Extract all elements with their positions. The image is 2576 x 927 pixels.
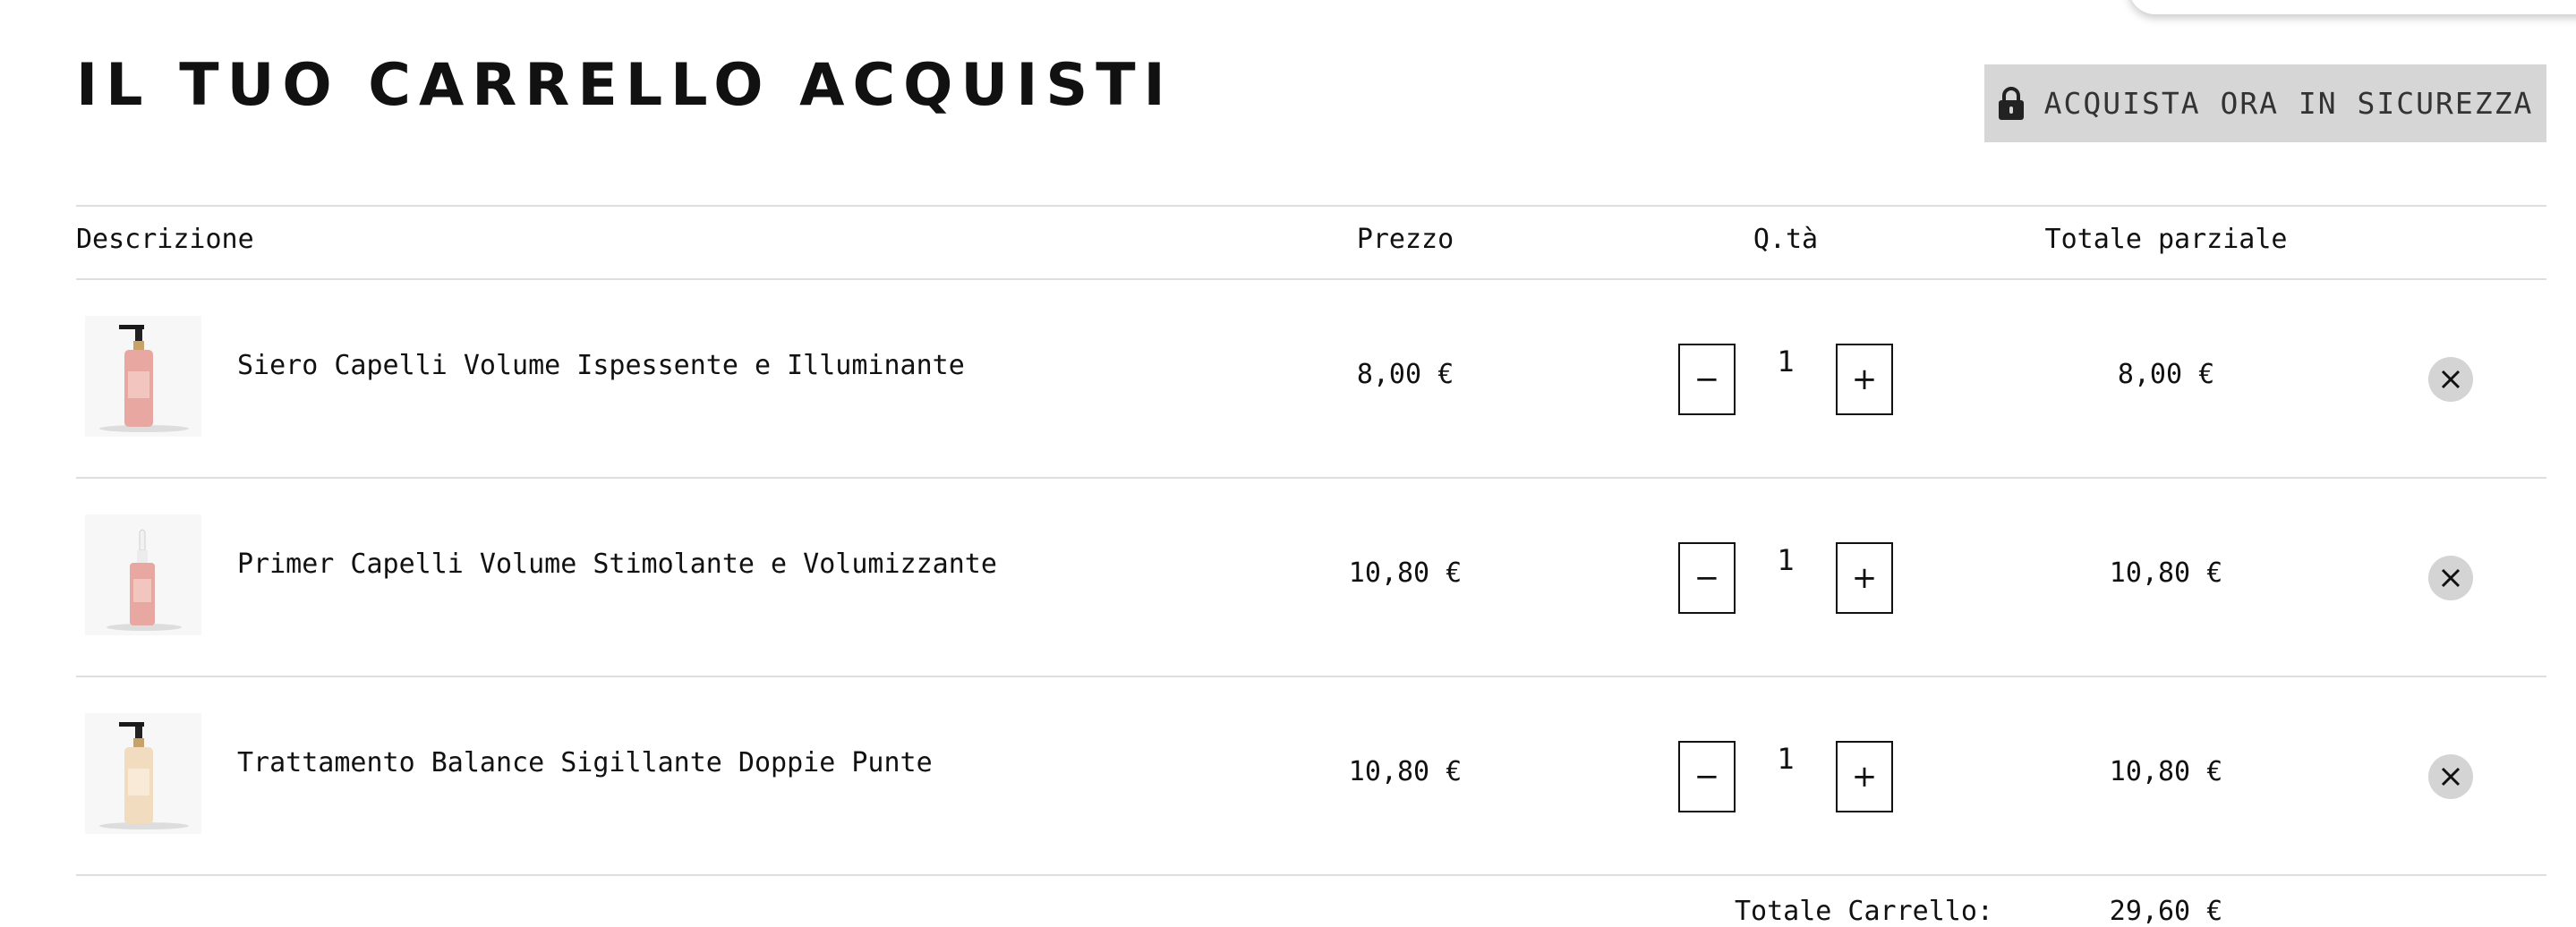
product-name[interactable]: Siero Capelli Volume Ispessente e Illumi… bbox=[237, 350, 965, 381]
dropper-bottle-image bbox=[107, 529, 182, 631]
qty-value[interactable]: 1 bbox=[1754, 742, 1817, 776]
remove-item-button[interactable] bbox=[2428, 556, 2473, 600]
product-thumbnail[interactable] bbox=[85, 515, 201, 635]
header-price: Prezzo bbox=[1356, 224, 1454, 255]
table-bottom-divider bbox=[76, 874, 2546, 876]
lock-icon bbox=[1998, 86, 2024, 120]
page-title: IL TUO CARRELLO ACQUISTI bbox=[76, 52, 1173, 119]
remove-item-button[interactable] bbox=[2428, 754, 2473, 799]
remove-item-button[interactable] bbox=[2428, 357, 2473, 402]
qty-decrease-button[interactable]: − bbox=[1678, 344, 1736, 415]
header-quantity: Q.tà bbox=[1753, 224, 1819, 255]
close-icon bbox=[2441, 370, 2461, 389]
product-name[interactable]: Trattamento Balance Sigillante Doppie Pu… bbox=[237, 747, 933, 778]
header-subtotal: Totale parziale bbox=[2044, 224, 2288, 255]
close-icon bbox=[2441, 767, 2461, 787]
secure-checkout-button[interactable]: ACQUISTA ORA IN SICUREZZA bbox=[1984, 64, 2546, 142]
qty-decrease-button[interactable]: − bbox=[1678, 542, 1736, 614]
product-name[interactable]: Primer Capelli Volume Stimolante e Volum… bbox=[237, 549, 997, 580]
cart-total-label: Totale Carrello: bbox=[1735, 896, 1993, 927]
product-thumbnail[interactable] bbox=[85, 316, 201, 437]
product-thumbnail[interactable] bbox=[85, 713, 201, 834]
table-top-divider bbox=[76, 205, 2546, 207]
qty-value[interactable]: 1 bbox=[1754, 344, 1817, 378]
secure-checkout-label: ACQUISTA ORA IN SICUREZZA bbox=[2043, 86, 2534, 121]
pump-bottle-image bbox=[99, 722, 189, 829]
product-price: 10,80 € bbox=[1348, 557, 1463, 589]
cart-row: Primer Capelli Volume Stimolante e Volum… bbox=[0, 479, 2576, 676]
top-dropdown-panel-edge bbox=[2128, 0, 2576, 14]
row-subtotal: 10,80 € bbox=[2109, 557, 2223, 589]
qty-increase-button[interactable]: + bbox=[1836, 741, 1893, 812]
close-icon bbox=[2441, 568, 2461, 588]
product-price: 10,80 € bbox=[1348, 756, 1463, 787]
row-subtotal: 8,00 € bbox=[2117, 359, 2215, 390]
qty-value[interactable]: 1 bbox=[1754, 543, 1817, 577]
header-description: Descrizione bbox=[76, 224, 254, 255]
qty-increase-button[interactable]: + bbox=[1836, 344, 1893, 415]
pump-bottle-image bbox=[99, 325, 189, 432]
cart-row: Siero Capelli Volume Ispessente e Illumi… bbox=[0, 280, 2576, 477]
qty-increase-button[interactable]: + bbox=[1836, 542, 1893, 614]
qty-decrease-button[interactable]: − bbox=[1678, 741, 1736, 812]
product-price: 8,00 € bbox=[1356, 359, 1454, 390]
cart-total-value: 29,60 € bbox=[2109, 896, 2223, 927]
row-subtotal: 10,80 € bbox=[2109, 756, 2223, 787]
cart-row: Trattamento Balance Sigillante Doppie Pu… bbox=[0, 677, 2576, 874]
